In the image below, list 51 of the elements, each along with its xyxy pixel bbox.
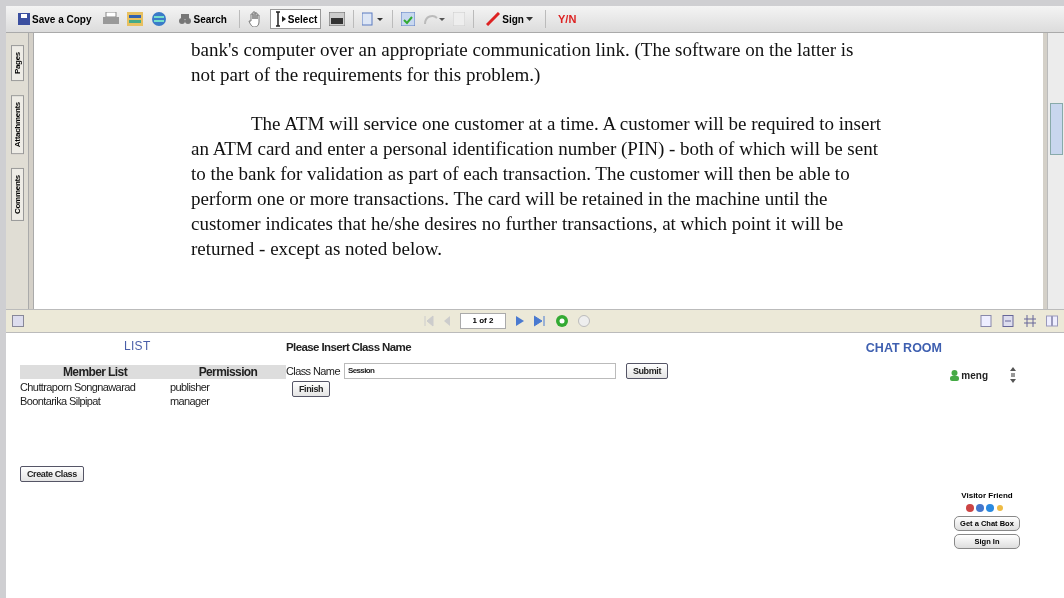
play-icon[interactable]: [556, 315, 568, 327]
class-name-field[interactable]: Session: [343, 363, 616, 379]
vertical-scrollbar[interactable]: [1047, 33, 1064, 309]
single-page-icon[interactable]: [980, 315, 992, 327]
visitor-label: Visitor Friend: [961, 491, 1013, 500]
create-class-button[interactable]: Create Class: [20, 466, 84, 482]
facing-pages-icon[interactable]: [1024, 315, 1036, 327]
window-icon[interactable]: [127, 12, 144, 26]
scrollbar-thumb[interactable]: [1050, 103, 1063, 155]
page-number-field[interactable]: 1 of 2: [460, 313, 506, 329]
last-page-icon[interactable]: [534, 315, 546, 327]
undo-icon[interactable]: [423, 12, 446, 26]
column-header: Member List: [20, 365, 170, 379]
sign-button[interactable]: Sign: [482, 9, 537, 29]
hand-icon[interactable]: [247, 11, 262, 27]
snapshot-icon[interactable]: [329, 12, 346, 26]
finish-button[interactable]: Finish: [292, 381, 331, 397]
document-paragraph: bank's computer over an appropriate communication link. (The software on the latter is not part of the requirements for this problem.): [191, 38, 855, 87]
save-copy-button[interactable]: Save a Copy: [14, 9, 96, 29]
side-panel-tab[interactable]: Pages: [10, 45, 24, 82]
yes-no-button[interactable]: Y/N: [554, 9, 581, 29]
side-panel-tab[interactable]: Attachments: [10, 95, 24, 155]
document-check-icon[interactable]: [401, 12, 416, 26]
continuous-facing-icon[interactable]: [1046, 315, 1058, 327]
chat-room-title: CHAT ROOM: [865, 341, 942, 355]
continuous-page-icon[interactable]: [1002, 315, 1014, 327]
table-cell-text: manager: [170, 394, 211, 408]
search-button[interactable]: Search: [175, 9, 231, 29]
stop-icon[interactable]: [578, 315, 590, 327]
side-panel-tab[interactable]: Comments: [10, 168, 24, 222]
page-dropdown-icon[interactable]: [362, 12, 385, 26]
select-tool-button[interactable]: Select: [269, 9, 322, 29]
chat-user[interactable]: meng: [950, 369, 988, 381]
binoculars-icon: [179, 13, 192, 25]
panel-toggle-icon[interactable]: [12, 315, 24, 327]
submit-button[interactable]: Submit: [625, 363, 668, 379]
pen-icon: [486, 12, 501, 26]
panel-title: LIST: [124, 339, 152, 353]
scroll-arrows-icon[interactable]: [1010, 367, 1016, 383]
column-header: Permission: [170, 365, 286, 379]
document-paragraph: The ATM will service one customer at a time. A customer will be required to insert an ATM card and enter a personal identification number (PIN) - both of which will be sent to the bank for validation as part of each transaction. The customer will then be able to perform one or more transactions. The card will be retained in the machine until the customer indicates that he/she desires no further transactions, at which point it will be returned - except as noted below.: [191, 112, 881, 261]
caret-icon: [526, 17, 533, 21]
form-heading: Please Insert Class Name: [286, 341, 413, 353]
next-page-icon[interactable]: [516, 315, 524, 327]
field-label: Class Name: [286, 365, 340, 377]
person-icon: [950, 369, 960, 381]
print-icon[interactable]: [103, 12, 120, 26]
table-cell-text: publisher: [170, 380, 211, 394]
text-cursor-icon: [273, 11, 286, 27]
table-cell-text: Boontarika Silpipat: [20, 394, 102, 408]
table-cell-text: Chuttraporn Songnawarad: [20, 380, 137, 394]
